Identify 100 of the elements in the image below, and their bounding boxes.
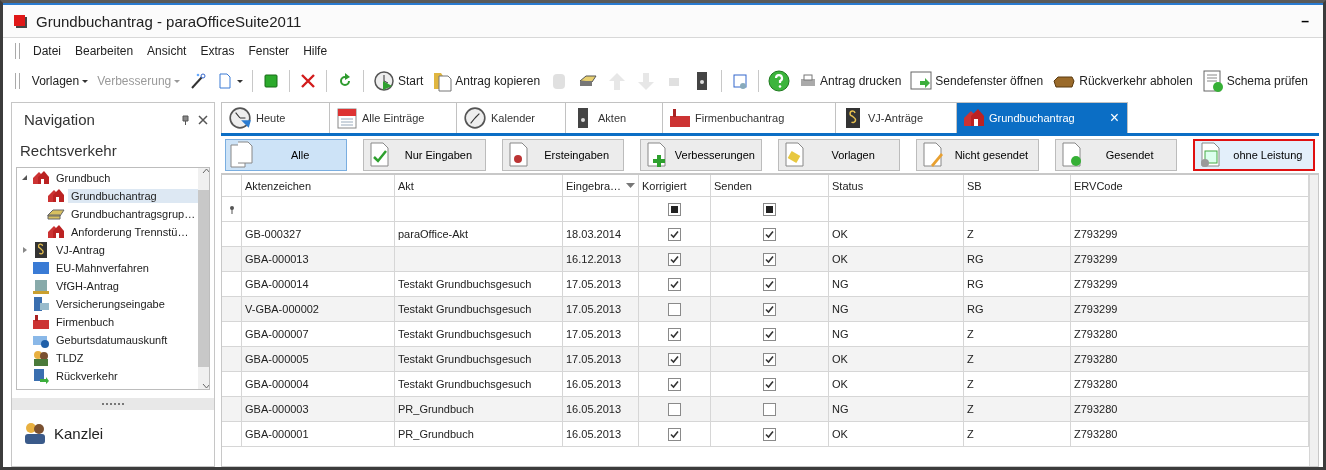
table-cell: 16.05.2013 (566, 403, 622, 415)
tab[interactable]: Grundbuchantrag × (956, 102, 1128, 133)
toolbar-button[interactable]: Antrag drucken (795, 70, 905, 92)
tree-item[interactable]: VfGH-Antrag (53, 279, 122, 293)
close-icon (198, 114, 208, 125)
house-icon (47, 223, 65, 241)
checkbox[interactable] (763, 402, 776, 416)
tree-item[interactable]: EU-Mahnverfahren (53, 261, 152, 275)
filter-button[interactable]: Nur Eingaben (363, 139, 486, 171)
table-cell: Testakt Grundbuchsgesuch (398, 303, 532, 315)
column-header[interactable]: Eingebra… (566, 179, 626, 192)
checkbox[interactable] (763, 202, 776, 216)
filter-button[interactable]: Verbesserungen (639, 139, 762, 171)
table-cell: Testakt Grundbuchsgesuch (398, 353, 532, 365)
checkbox[interactable] (763, 227, 776, 241)
app-logo-icon (13, 13, 28, 29)
table-cell: Z793280 (1074, 353, 1118, 365)
table-cell: Testakt Grundbuchsgesuch (398, 328, 532, 340)
column-header[interactable]: Korrigiert (642, 179, 707, 192)
close-tab-button[interactable]: × (1099, 109, 1119, 127)
menu-item[interactable]: Fenster (241, 42, 297, 60)
checkbox[interactable] (668, 377, 681, 391)
house-icon (47, 187, 65, 205)
column-header[interactable]: Akt (398, 179, 559, 192)
menu-item[interactable]: Hilfe (296, 42, 335, 60)
table-cell: RG (967, 278, 984, 290)
tree-item[interactable]: Geburtsdatumauskunft (53, 333, 171, 347)
tree-item[interactable]: Versicherungseingabe (53, 297, 168, 311)
table-cell: PR_Grundbuch (398, 403, 474, 415)
computer-icon (32, 295, 50, 313)
menu-item[interactable]: Datei (26, 42, 68, 60)
checkbox[interactable] (763, 377, 776, 391)
checkbox[interactable] (668, 302, 681, 316)
checkbox[interactable] (763, 352, 776, 366)
checkbox[interactable] (763, 327, 776, 341)
navigation-group[interactable]: Kanzlei (54, 424, 104, 442)
filter-button[interactable]: Alle (225, 139, 348, 171)
checkbox[interactable] (668, 227, 681, 241)
column-header[interactable]: Senden (714, 179, 825, 192)
clock-icon (373, 70, 395, 92)
column-header[interactable]: ERVCode (1074, 179, 1305, 192)
table-cell: Z (967, 328, 974, 340)
menu-item[interactable]: Ansicht (140, 42, 194, 60)
magic-wand-icon (189, 72, 208, 90)
filter-button[interactable]: Nicht gesendet (916, 139, 1039, 171)
checkbox[interactable] (668, 352, 681, 366)
pin-icon (181, 114, 190, 125)
checkbox[interactable] (668, 252, 681, 266)
toolbar-button[interactable]: Sendefenster öffnen (907, 68, 1047, 94)
table-cell: Z793280 (1074, 403, 1118, 415)
table-cell: GBA-000004 (245, 378, 309, 390)
checkbox[interactable] (668, 202, 681, 216)
tree-item[interactable]: Firmenbuch (53, 315, 118, 329)
tree-item[interactable]: Grundbuch (53, 171, 114, 185)
table-cell: 16.05.2013 (566, 428, 622, 440)
toolbar-button[interactable]: Schema prüfen (1198, 68, 1311, 94)
table-cell: NG (832, 403, 849, 415)
toolbar-button[interactable]: Antrag kopieren (429, 68, 544, 94)
tree-item[interactable]: Anforderung Trennstü… (68, 225, 192, 239)
table-cell: 17.05.2013 (566, 303, 622, 315)
checkbox[interactable] (668, 402, 681, 416)
column-header[interactable]: Status (832, 179, 960, 192)
scrollbar[interactable] (1309, 175, 1318, 466)
checkbox[interactable] (668, 277, 681, 291)
menu-item[interactable]: Bearbeiten (68, 42, 141, 60)
tree-item[interactable]: Grundbuchantrag (68, 189, 199, 203)
tree-item[interactable]: TLDZ (53, 351, 87, 365)
column-header[interactable]: SB (967, 179, 1067, 192)
table-cell: Z793299 (1074, 253, 1118, 265)
filter-button[interactable]: Vorlagen (778, 139, 901, 171)
table-cell: GBA-000001 (245, 428, 309, 440)
panel-title: Navigation (24, 111, 96, 128)
filter-button[interactable]: Ersteingaben (501, 139, 624, 171)
tree-item[interactable]: Grundbuchantragsgrup… (68, 207, 199, 221)
filter-button[interactable]: ohne Leistung (1192, 139, 1316, 171)
checkbox[interactable] (763, 252, 776, 266)
filter-button[interactable]: Gesendet (1054, 139, 1177, 171)
menu-item[interactable]: Extras (193, 42, 242, 60)
document-note-icon (783, 141, 807, 169)
checkbox[interactable] (763, 427, 776, 441)
tree-item[interactable]: Rückverkehr (53, 369, 121, 383)
caret-icon (82, 79, 89, 83)
table-cell: GB-000327 (245, 228, 302, 240)
tree-item[interactable]: VJ-Antrag (53, 243, 108, 257)
minimize-button[interactable]: – (1297, 13, 1313, 29)
caret-icon (237, 79, 244, 83)
table-cell: Z793280 (1074, 378, 1118, 390)
checkbox[interactable] (763, 302, 776, 316)
dropdown-button[interactable]: Vorlagen (28, 72, 92, 90)
column-header[interactable]: Aktenzeichen (245, 179, 391, 192)
clock-icon (463, 106, 487, 130)
toolbar-button[interactable]: Start (370, 68, 427, 94)
checkbox[interactable] (668, 427, 681, 441)
checkbox[interactable] (763, 277, 776, 291)
table-cell: Z793280 (1074, 428, 1118, 440)
checkbox[interactable] (668, 327, 681, 341)
table-cell: PR_Grundbuch (398, 428, 474, 440)
tab[interactable]: Heute (221, 102, 330, 133)
filter-row-icon (228, 204, 235, 214)
toolbar-button[interactable]: Rückverkehr abholen (1049, 69, 1196, 93)
